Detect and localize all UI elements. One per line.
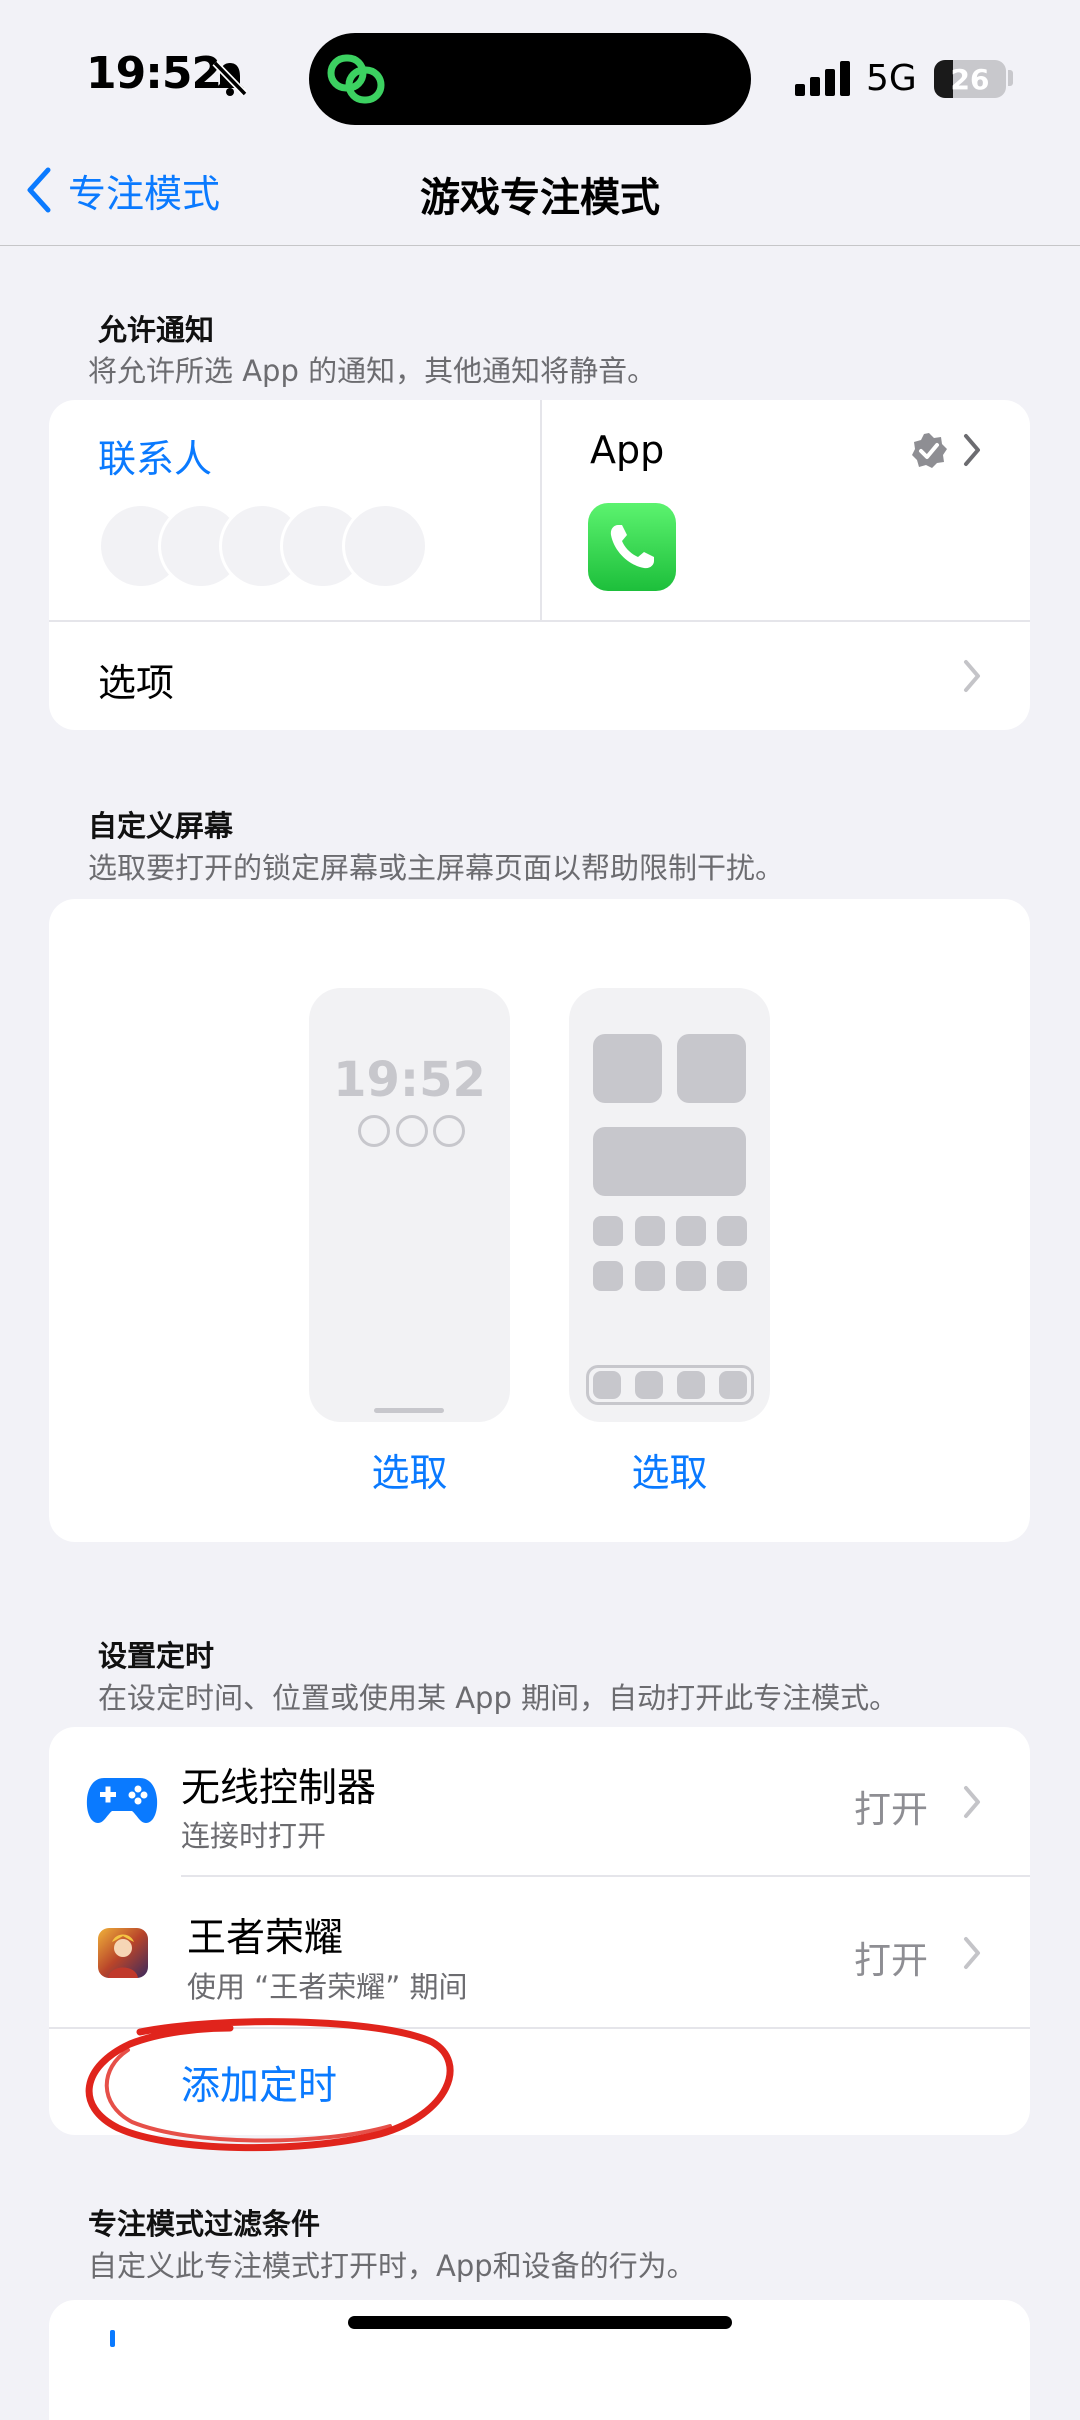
dock-app-placeholder — [677, 1371, 705, 1399]
verified-badge-icon — [912, 433, 947, 468]
chevron-right-icon — [964, 1786, 980, 1818]
focus-filters-title: 专注模式过滤条件 — [88, 2207, 321, 2241]
bell-slash-icon — [212, 60, 248, 97]
app-placeholder — [676, 1261, 706, 1291]
dock-app-placeholder — [593, 1371, 621, 1399]
game-app-icon — [98, 1928, 148, 1978]
app-placeholder — [593, 1261, 623, 1291]
chevron-right-icon — [964, 434, 980, 466]
status-time: 19:52 — [86, 48, 222, 99]
add-filter-icon[interactable] — [110, 2330, 115, 2347]
chevron-right-icon — [964, 660, 980, 692]
allow-notifications-title: 允许通知 — [98, 313, 215, 347]
lock-home-bar — [374, 1408, 444, 1413]
contacts-label: 联系人 — [98, 437, 213, 481]
schedule-item-subtitle: 连接时打开 — [181, 1819, 327, 1853]
custom-screens-title: 自定义屏幕 — [88, 809, 234, 843]
battery-percent: 26 — [950, 63, 990, 96]
schedule-item-title: 无线控制器 — [181, 1766, 377, 1811]
schedule-item-title: 王者荣耀 — [187, 1916, 344, 1961]
schedule-subtitle: 在设定时间、位置或使用某 App 期间，自动打开此专注模式。 — [98, 1681, 899, 1715]
apps-label: App — [590, 428, 665, 472]
schedule-item-status: 打开 — [854, 1788, 928, 1831]
schedule-title: 设置定时 — [98, 1639, 215, 1673]
nav-divider — [0, 245, 1080, 246]
app-placeholder — [676, 1216, 706, 1246]
network-type: 5G — [866, 58, 917, 99]
options-row[interactable] — [49, 622, 1030, 730]
dock-app-placeholder — [719, 1371, 747, 1399]
widget-placeholder-ring — [396, 1115, 428, 1147]
annotation-circle-mark — [85, 2018, 454, 2152]
app-placeholder — [593, 1034, 662, 1103]
custom-screens-subtitle: 选取要打开的锁定屏幕或主屏幕页面以帮助限制干扰。 — [88, 851, 785, 885]
lock-screen-choose-button[interactable]: 选取 — [309, 1442, 510, 1497]
app-placeholder — [717, 1216, 747, 1246]
home-screen-choose-button[interactable]: 选取 — [569, 1442, 770, 1497]
widget-placeholder-ring — [358, 1115, 390, 1147]
link-rings-icon — [327, 54, 385, 104]
allow-notifications-subtitle: 将允许所选 App 的通知，其他通知将静音。 — [88, 354, 657, 388]
chevron-right-icon — [964, 1937, 980, 1969]
app-placeholder — [717, 1261, 747, 1291]
contact-avatar — [342, 503, 428, 589]
gamepad-icon — [86, 1778, 158, 1823]
widget-placeholder — [593, 1127, 746, 1196]
home-indicator — [348, 2316, 732, 2329]
widget-placeholder-ring — [433, 1115, 465, 1147]
options-label: 选项 — [98, 661, 175, 705]
focus-filters-subtitle: 自定义此专注模式打开时，App和设备的行为。 — [88, 2249, 696, 2283]
schedule-item-subtitle: 使用 “王者荣耀” 期间 — [187, 1970, 468, 2004]
app-placeholder — [635, 1261, 665, 1291]
phone-app-icon — [588, 503, 676, 591]
custom-screens-card — [49, 899, 1030, 1542]
dock-app-placeholder — [635, 1371, 663, 1399]
app-placeholder — [593, 1216, 623, 1246]
cellular-signal-icon — [795, 61, 850, 96]
battery-tip — [1008, 70, 1013, 86]
schedule-item-status: 打开 — [854, 1939, 928, 1982]
page-title: 游戏专注模式 — [420, 175, 660, 221]
app-placeholder — [635, 1216, 665, 1246]
app-placeholder — [677, 1034, 746, 1103]
lock-screen-time: 19:52 — [333, 1052, 486, 1108]
battery-indicator: 26 — [934, 60, 1006, 98]
